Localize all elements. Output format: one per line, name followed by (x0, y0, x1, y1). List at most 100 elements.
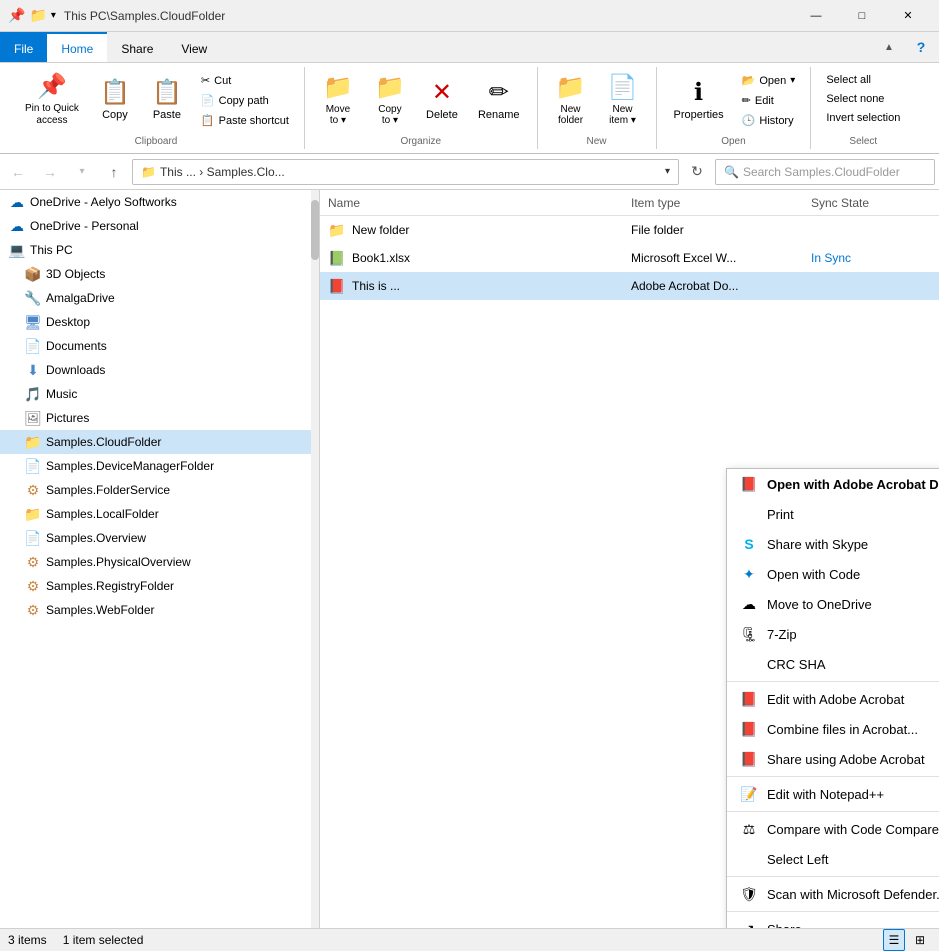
col-sync-header[interactable]: Sync State (811, 196, 931, 210)
ctx-item-compare-code[interactable]: ⚖Compare with Code Compare (727, 814, 939, 844)
nav-icon: ⬇ (24, 361, 42, 379)
back-button[interactable]: ← (4, 158, 32, 186)
ctx-icon: 📝 (739, 784, 759, 804)
file-list: Name Item type Sync State 📁New folderFil… (320, 190, 939, 928)
recent-locations-button[interactable]: ▾ (68, 158, 96, 186)
history-button[interactable]: 🕒 History (735, 111, 803, 130)
copy-to-button[interactable]: 📁 Copyto ▾ (365, 69, 415, 129)
new-item-button[interactable]: 📄 Newitem ▾ (598, 69, 648, 129)
ctx-item-crc-sha[interactable]: CRC SHA (727, 649, 939, 679)
nav-item-samples.overview[interactable]: 📄Samples.Overview (0, 526, 311, 550)
ribbon-expand-btn[interactable]: ▲ (875, 33, 903, 61)
ctx-item-open-acrobat[interactable]: 📕Open with Adobe Acrobat DC (727, 469, 939, 499)
nav-item-onedrive---aelyo-softworks[interactable]: ☁OneDrive - Aelyo Softworks (0, 190, 311, 214)
ctx-icon: ✦ (739, 564, 759, 584)
nav-item-samples.cloudfolder[interactable]: 📁Samples.CloudFolder (0, 430, 311, 454)
ctx-item-open-code[interactable]: ✦ Open with Code (727, 559, 939, 589)
edit-button[interactable]: ✏ Edit (735, 91, 803, 110)
nav-icon: ☁ (8, 217, 26, 235)
ctx-item-edit-acrobat[interactable]: 📕Edit with Adobe Acrobat (727, 684, 939, 714)
ctx-item-share[interactable]: ↗Share (727, 914, 939, 928)
nav-scrollbar[interactable] (311, 190, 319, 928)
file-item-2[interactable]: 📕This is ...Adobe Acrobat Do... (320, 272, 939, 300)
properties-button[interactable]: ℹ Properties (665, 69, 733, 129)
nav-item-desktop[interactable]: 🖥 Desktop (0, 310, 311, 334)
nav-item-samples.webfolder[interactable]: ⚙Samples.WebFolder (0, 598, 311, 622)
address-bar: ← → ▾ ↑ 📁 This ... › Samples.Clo... ▾ ↻ … (0, 154, 939, 190)
nav-item-label: Desktop (46, 315, 90, 329)
nav-item-samples.localfolder[interactable]: 📁Samples.LocalFolder (0, 502, 311, 526)
nav-item-label: 3D Objects (46, 267, 105, 281)
forward-button[interactable]: → (36, 158, 64, 186)
dropdown-arrow[interactable]: ▾ (51, 10, 56, 21)
tab-share[interactable]: Share (107, 32, 167, 62)
col-type-header[interactable]: Item type (631, 196, 811, 210)
ctx-item-combine-acrobat[interactable]: 📕Combine files in Acrobat... (727, 714, 939, 744)
help-btn[interactable]: ? (907, 33, 935, 61)
large-icons-view-button[interactable]: ⊞ (909, 929, 931, 951)
nav-item-pictures[interactable]: 🖼Pictures (0, 406, 311, 430)
copy-label: Copy (102, 109, 128, 121)
address-path[interactable]: 📁 This ... › Samples.Clo... ▾ (132, 159, 679, 185)
status-bar: 3 items 1 item selected ☰ ⊞ (0, 928, 939, 950)
details-view-button[interactable]: ☰ (883, 929, 905, 951)
invert-selection-button[interactable]: Invert selection (819, 109, 907, 127)
ctx-item-label: Open with Code (767, 567, 860, 582)
nav-item-music[interactable]: 🎵Music (0, 382, 311, 406)
cut-button[interactable]: ✂ Cut (194, 71, 296, 90)
delete-button[interactable]: ✕ Delete (417, 69, 467, 129)
ctx-item-select-left[interactable]: Select Left (727, 844, 939, 874)
nav-icon: ⚙ (24, 601, 42, 619)
rename-button[interactable]: ✏ Rename (469, 69, 529, 129)
nav-item-samples.devicemanagerfolder[interactable]: 📄Samples.DeviceManagerFolder (0, 454, 311, 478)
nav-item-downloads[interactable]: ⬇Downloads (0, 358, 311, 382)
select-all-button[interactable]: Select all (819, 71, 907, 89)
minimize-button[interactable]: — (793, 0, 839, 32)
nav-item-samples.folderservice[interactable]: ⚙Samples.FolderService (0, 478, 311, 502)
open-button[interactable]: 📂 Open ▾ (735, 71, 803, 90)
nav-item-documents[interactable]: 📄Documents (0, 334, 311, 358)
pin-to-quick-button[interactable]: 📌 Pin to Quickaccess (16, 69, 88, 129)
nav-item-3d-objects[interactable]: 📦3D Objects (0, 262, 311, 286)
open-label: Open (759, 75, 786, 87)
ctx-icon: ↗ (739, 919, 759, 928)
search-box[interactable]: 🔍 Search Samples.CloudFolder (715, 159, 935, 185)
new-folder-button[interactable]: 📁 Newfolder (546, 69, 596, 129)
maximize-button[interactable]: □ (839, 0, 885, 32)
ctx-item-7zip[interactable]: 🗜7-Zip (727, 619, 939, 649)
ctx-item-scan-defender[interactable]: 🛡Scan with Microsoft Defender... (727, 879, 939, 909)
copy-path-button[interactable]: 📄 Copy path (194, 91, 296, 110)
file-item-1[interactable]: 📗Book1.xlsxMicrosoft Excel W...In Sync (320, 244, 939, 272)
nav-item-samples.physicaloverview[interactable]: ⚙Samples.PhysicalOverview (0, 550, 311, 574)
ctx-item-share-acrobat[interactable]: 📕Share using Adobe Acrobat (727, 744, 939, 774)
paste-button[interactable]: 📋 Paste (142, 69, 192, 129)
col-name-header[interactable]: Name (328, 196, 631, 210)
file-item-0[interactable]: 📁New folderFile folder (320, 216, 939, 244)
path-dropdown[interactable]: ▾ (665, 166, 670, 177)
nav-item-onedrive---personal[interactable]: ☁OneDrive - Personal (0, 214, 311, 238)
ctx-item-edit-notepad[interactable]: 📝Edit with Notepad++ (727, 779, 939, 809)
nav-item-samples.registryfolder[interactable]: ⚙Samples.RegistryFolder (0, 574, 311, 598)
nav-icon: 🖥 (24, 313, 42, 331)
refresh-button[interactable]: ↻ (683, 158, 711, 186)
select-all-label: Select all (826, 74, 871, 86)
new-buttons: 📁 Newfolder 📄 Newitem ▾ (546, 67, 648, 134)
paste-shortcut-button[interactable]: 📋 Paste shortcut (194, 111, 296, 130)
ctx-item-print[interactable]: Print (727, 499, 939, 529)
tab-file[interactable]: File (0, 32, 47, 62)
close-button[interactable]: ✕ (885, 0, 931, 32)
path-text: This ... › Samples.Clo... (160, 165, 285, 179)
tab-view[interactable]: View (167, 32, 221, 62)
tab-home[interactable]: Home (47, 32, 107, 62)
up-button[interactable]: ↑ (100, 158, 128, 186)
copy-icon: 📋 (100, 78, 130, 107)
nav-item-this-pc[interactable]: 💻This PC (0, 238, 311, 262)
clipboard-group: 📌 Pin to Quickaccess 📋 Copy 📋 Paste ✂ Cu… (8, 67, 305, 149)
ctx-item-share-skype[interactable]: SShare with Skype (727, 529, 939, 559)
select-none-button[interactable]: Select none (819, 90, 907, 108)
move-to-button[interactable]: 📁 Moveto ▾ (313, 69, 363, 129)
copy-button[interactable]: 📋 Copy (90, 69, 140, 129)
ctx-item-move-onedrive[interactable]: ☁Move to OneDrive (727, 589, 939, 619)
nav-item-amalgadrive[interactable]: 🔧AmalgaDrive (0, 286, 311, 310)
context-menu-separator (727, 776, 939, 777)
